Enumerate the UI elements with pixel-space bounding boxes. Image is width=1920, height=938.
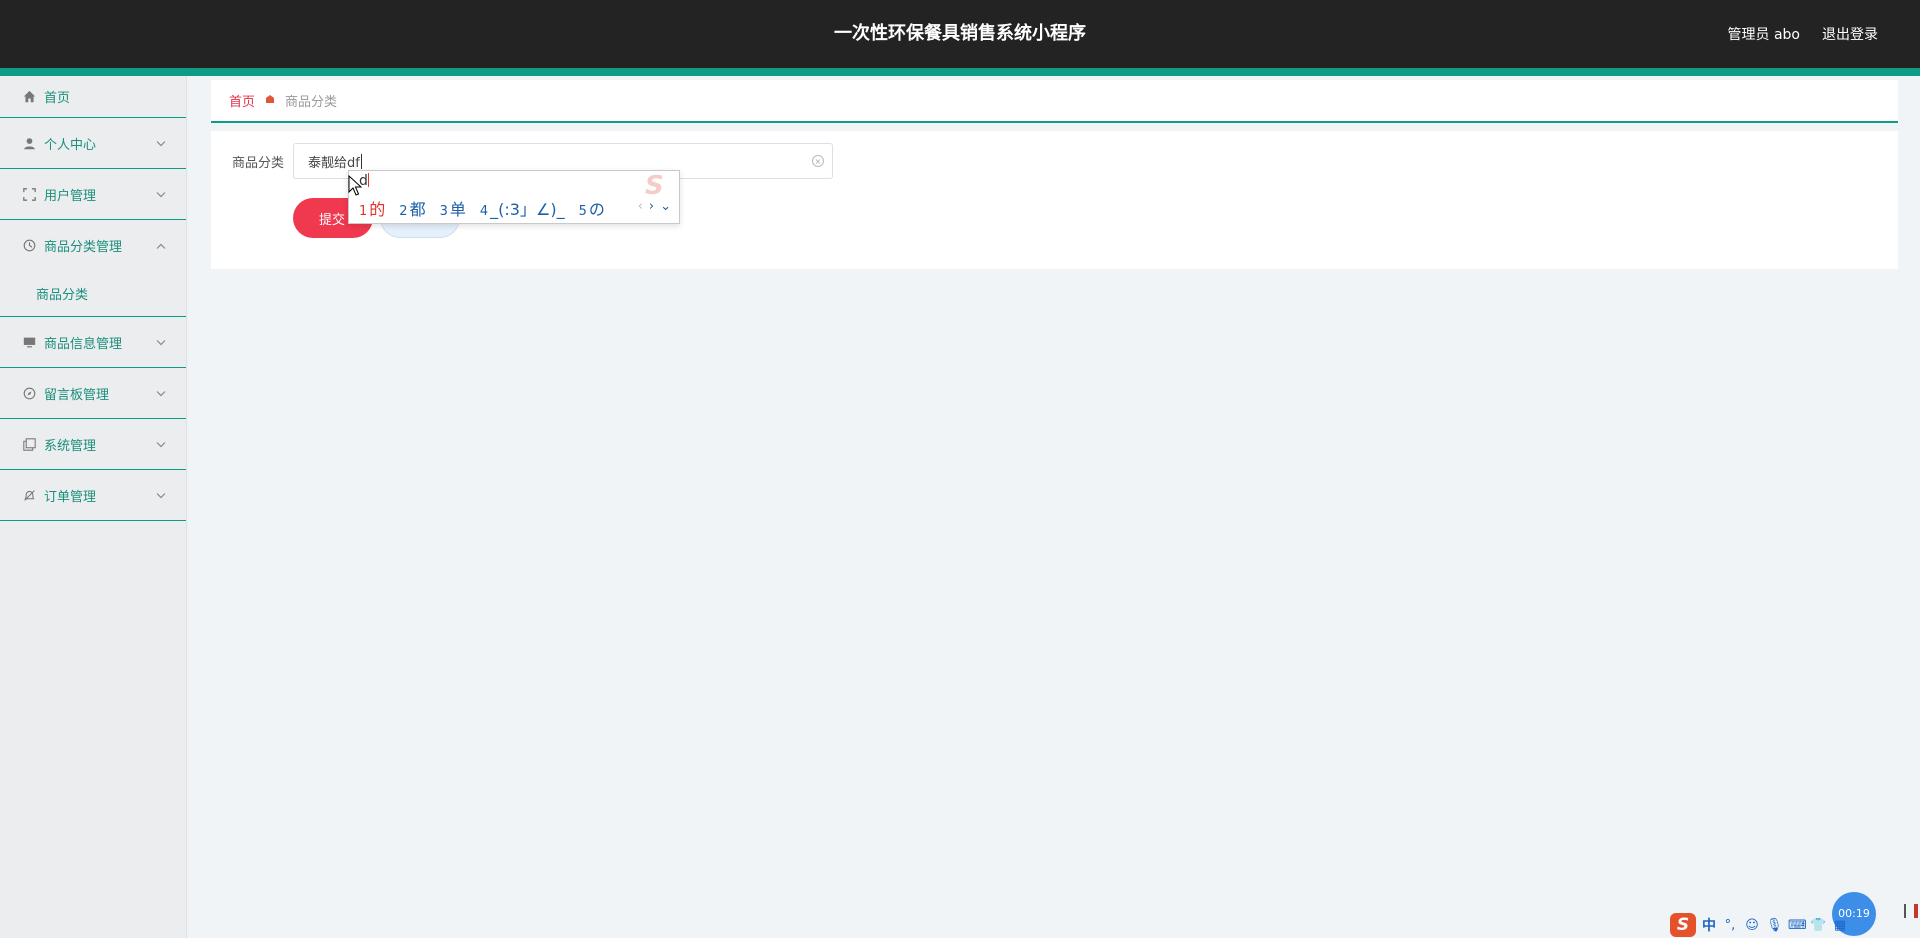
sidebar-subitem-category[interactable]: 商品分类	[0, 271, 186, 317]
home-icon	[22, 90, 36, 104]
compass-icon	[22, 386, 36, 400]
sidebar-item-label: 商品分类管理	[44, 240, 123, 255]
sidebar-item-label: 用户管理	[44, 188, 97, 204]
screen-edge-marker	[1914, 904, 1918, 918]
sidebar-item-label: 商品信息管理	[44, 336, 123, 352]
punctuation-icon[interactable]: °,	[1722, 918, 1738, 933]
chevron-down-icon	[156, 188, 166, 201]
sidebar-item-label: 留言板管理	[44, 387, 110, 403]
copy-icon	[22, 437, 36, 451]
ime-status-bar: S 中 °, ☺ 🎙 ⌨ 👕 ▦	[1668, 912, 1920, 938]
text-caret	[360, 153, 362, 169]
chevron-down-icon	[156, 137, 166, 150]
header-accent-stripe	[0, 68, 1920, 76]
app-title: 一次性环保餐具销售系统小程序	[834, 23, 1086, 44]
chevron-right-icon[interactable]: ›	[649, 199, 654, 214]
sidebar-item-personal-center[interactable]: 个人中心	[0, 118, 186, 169]
chevron-down-icon	[156, 387, 166, 400]
breadcrumb: 首页 商品分类	[211, 80, 1898, 123]
keyboard-icon[interactable]: ⌨	[1788, 918, 1807, 933]
sidebar-item-home[interactable]: 首页	[0, 76, 186, 118]
monitor-icon	[22, 335, 36, 349]
emoji-icon[interactable]: ☺	[1744, 918, 1760, 933]
ime-candidate[interactable]: 5の	[579, 196, 605, 220]
logout-button[interactable]: 退出登录	[1822, 24, 1878, 44]
sidebar-item-message-board-management[interactable]: 留言板管理	[0, 368, 186, 419]
category-input-value: 泰靓给df	[308, 155, 360, 171]
chevron-left-icon[interactable]: ‹	[638, 199, 643, 214]
user-icon	[22, 136, 36, 150]
sidebar-item-label: 订单管理	[44, 489, 97, 505]
breadcrumb-home-link[interactable]: 首页	[229, 91, 255, 110]
sidebar-item-label: 系统管理	[44, 438, 97, 454]
breadcrumb-current: 商品分类	[285, 95, 338, 110]
sidebar-item-label: 个人中心	[44, 137, 97, 153]
sidebar-item-product-info-management[interactable]: 商品信息管理	[0, 317, 186, 368]
ime-candidate[interactable]: 4 _(:3」∠)_	[480, 196, 565, 220]
ime-caret	[367, 173, 369, 187]
sidebar-item-category-management[interactable]: 商品分类管理	[0, 220, 186, 271]
sidebar-item-user-management[interactable]: 用户管理	[0, 169, 186, 220]
sidebar: 首页 个人中心 用户管理 商品分类管理 商品分类 商品信息管理 留言板管理 系统…	[0, 76, 187, 938]
ime-candidate[interactable]: 3单	[440, 196, 466, 220]
screen-edge-marker	[1904, 904, 1906, 918]
chevron-down-icon	[156, 438, 166, 451]
ime-candidate-list: 1的 2都 3单 4 _(:3」∠)_ 5の	[359, 196, 605, 220]
sidebar-item-order-management[interactable]: 订单管理	[0, 470, 186, 521]
fullscreen-icon	[22, 187, 36, 201]
chevron-up-icon	[156, 239, 166, 252]
clock-icon	[22, 239, 36, 253]
category-field-label: 商品分类	[232, 156, 285, 171]
top-header: 一次性环保餐具销售系统小程序 管理员 abo 退出登录	[0, 0, 1920, 68]
chevron-down-icon[interactable]: ⌄	[660, 199, 671, 214]
ime-candidate[interactable]: 1的	[359, 196, 385, 220]
bell-off-icon	[22, 488, 36, 502]
toolbox-grid-icon[interactable]: ▦	[1832, 918, 1848, 933]
ime-page-nav: ‹ › ⌄	[638, 199, 671, 214]
chevron-down-icon	[156, 336, 166, 349]
sogou-logo-icon[interactable]: S	[1670, 913, 1696, 937]
breadcrumb-separator-icon	[265, 94, 275, 107]
input-mode-indicator[interactable]: 中	[1702, 915, 1716, 935]
header-user-area: 管理员 abo 退出登录	[1728, 0, 1878, 68]
sidebar-item-system-management[interactable]: 系统管理	[0, 419, 186, 470]
ime-candidate[interactable]: 2都	[399, 196, 425, 220]
skin-shirt-icon[interactable]: 👕	[1810, 918, 1826, 933]
mouse-pointer-icon	[348, 174, 363, 201]
chevron-down-icon	[156, 489, 166, 502]
sogou-watermark-icon: S	[645, 171, 664, 201]
ime-candidate-window: d S 1的 2都 3单 4 _(:3」∠)_ 5の ‹ › ⌄	[348, 170, 680, 224]
sidebar-item-label: 首页	[44, 91, 71, 106]
clear-input-icon[interactable]: ×	[812, 155, 824, 167]
microphone-icon[interactable]: 🎙	[1766, 918, 1783, 933]
current-user-label: 管理员 abo	[1727, 27, 1800, 43]
